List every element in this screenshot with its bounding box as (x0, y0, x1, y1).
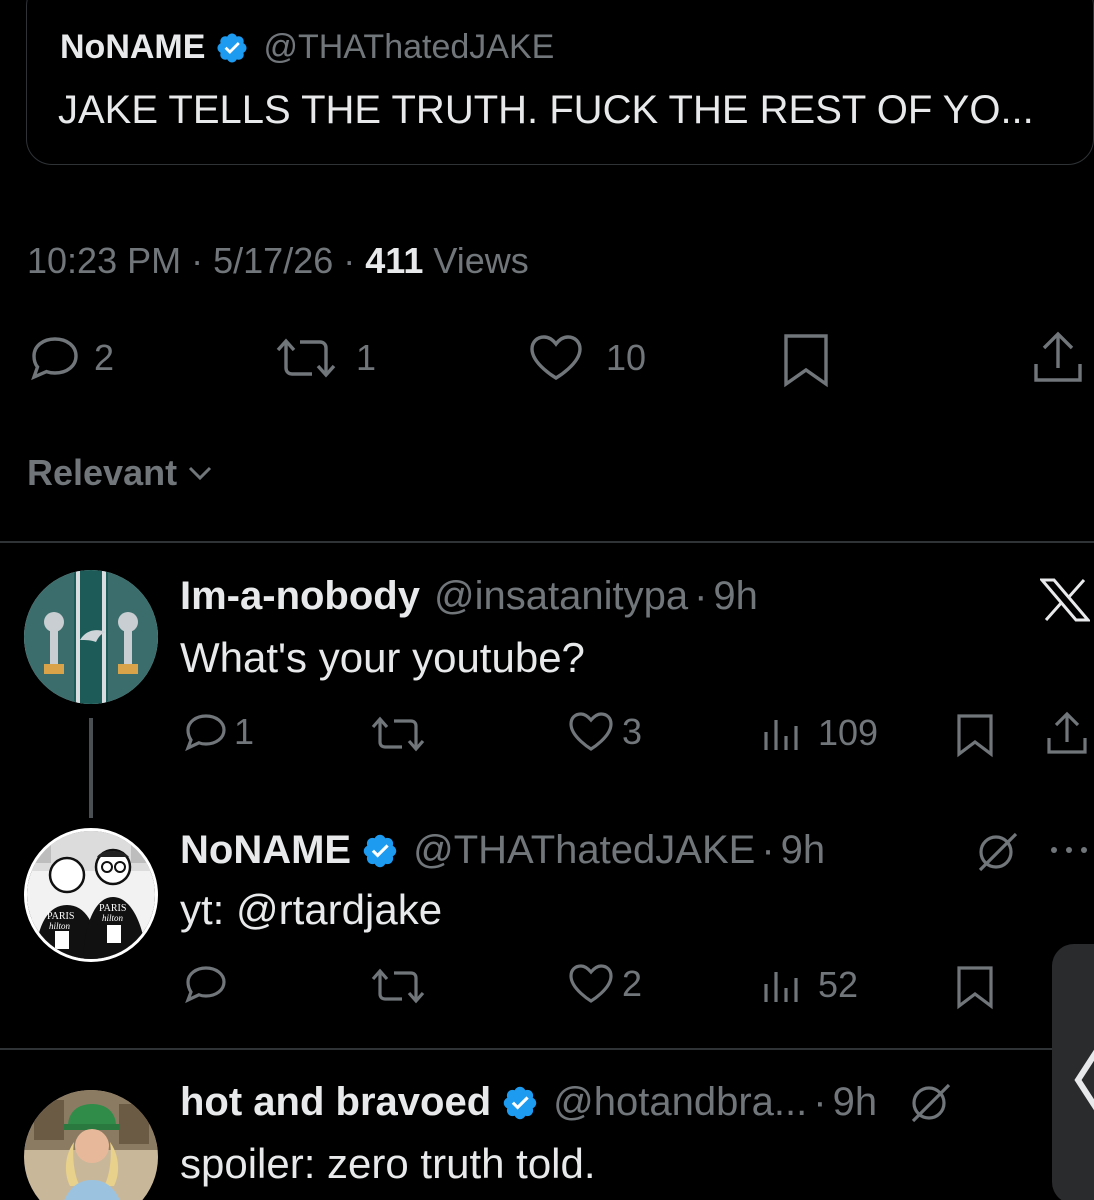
verified-badge-icon (217, 32, 247, 63)
heart-icon (569, 964, 613, 1003)
reply-header: Im-a-nobody @insatanitypa · 9h (180, 574, 758, 619)
photo-avatar-image (24, 1090, 158, 1200)
grok-button[interactable] (974, 830, 1020, 874)
meta-separator: · (191, 240, 204, 281)
reply-time: 9h (713, 574, 758, 618)
eagles-avatar-image (24, 570, 158, 704)
reply-author-handle[interactable]: @insatanitypa (434, 574, 688, 619)
views-count: 52 (818, 964, 859, 1005)
repost-icon (371, 968, 425, 1004)
quoted-tweet-text: JAKE TELLS THE TRUTH. FUCK THE REST OF Y… (58, 88, 1034, 132)
reply-count: 1 (234, 711, 255, 752)
share-button[interactable] (1044, 708, 1090, 758)
tweet-meta: 10:23 PM · 5/17/26 · 411 Views (27, 240, 529, 282)
reply-header: NoNAME @THAThatedJAKE · 9h (180, 828, 825, 873)
bookmark-button[interactable] (780, 332, 832, 388)
reply-text: spoiler: zero truth told. (180, 1140, 596, 1187)
avatar-shirt-text: hilton (49, 921, 71, 931)
x-logo-icon[interactable] (1038, 578, 1092, 627)
divider (0, 541, 1094, 543)
views-button[interactable]: 109 (760, 712, 878, 754)
reply-count: 2 (94, 337, 115, 378)
quoted-author-name: NoNAME (60, 28, 206, 66)
reply-author-handle[interactable]: @hotandbra... (553, 1080, 807, 1125)
like-button[interactable]: 3 (566, 710, 642, 754)
reply-button[interactable]: 2 (26, 332, 114, 384)
repost-button[interactable] (370, 712, 426, 756)
repost-icon (371, 716, 425, 752)
like-button[interactable]: 2 (566, 962, 642, 1006)
reply-icon (31, 337, 78, 381)
more-options-button[interactable] (1046, 830, 1092, 870)
avatar[interactable] (24, 1090, 158, 1200)
grok-icon[interactable] (907, 1081, 953, 1125)
share-icon (1034, 331, 1082, 382)
analytics-icon (764, 720, 798, 750)
like-count: 2 (622, 963, 643, 1004)
analytics-icon (764, 972, 798, 1002)
share-icon (1047, 711, 1087, 754)
chevron-down-icon (189, 466, 212, 481)
reply-icon (185, 714, 226, 752)
reply-sort-dropdown[interactable]: Relevant (27, 452, 213, 494)
reply-button[interactable] (182, 962, 230, 1006)
meta-separator: · (761, 828, 775, 872)
chevron-left-icon (1074, 1049, 1094, 1111)
thread-connector-line (89, 718, 93, 818)
reply-text: What's your youtube? (180, 634, 585, 681)
reply-text: yt: @rtardjake (180, 886, 443, 933)
tweet-time: 10:23 PM (27, 240, 182, 281)
reply-button[interactable]: 1 (182, 710, 254, 754)
grok-icon (978, 832, 1018, 872)
repost-button[interactable]: 1 (274, 332, 376, 384)
views-count: 109 (818, 712, 879, 753)
views-count: 411 (365, 240, 424, 281)
heart-icon (569, 712, 613, 751)
meta-separator: · (343, 240, 356, 281)
reply-icon (185, 966, 226, 1004)
reply-time: 9h (832, 1080, 878, 1124)
reply-author-name[interactable]: NoNAME (180, 828, 351, 873)
repost-button[interactable] (370, 964, 426, 1008)
reply-author-handle[interactable]: @THAThatedJAKE (413, 828, 755, 873)
meta-separator: · (694, 574, 708, 618)
more-icon (1051, 847, 1087, 853)
bookmark-icon (957, 966, 993, 1010)
like-button[interactable]: 10 (526, 332, 646, 384)
reply-author-name[interactable]: Im-a-nobody (180, 574, 420, 619)
avatar[interactable]: PARIS hilton PARIS hilton (24, 828, 158, 962)
heart-icon (530, 335, 582, 380)
bookmark-icon (784, 334, 828, 388)
meta-separator: · (813, 1080, 827, 1124)
avatar[interactable] (24, 570, 158, 704)
repost-count: 1 (356, 337, 377, 378)
repost-icon (276, 338, 336, 378)
tweet-action-bar: 2 1 10 (0, 328, 1094, 388)
sort-label: Relevant (27, 452, 178, 493)
views-button[interactable]: 52 (760, 964, 858, 1006)
reply-author-name[interactable]: hot and bravoed (180, 1080, 491, 1125)
avatar-shirt-text: hilton (102, 913, 124, 923)
like-count: 3 (622, 711, 643, 752)
tweet-date: 5/17/26 (213, 240, 334, 281)
bookmark-icon (957, 714, 993, 758)
reply-time: 9h (780, 828, 826, 872)
divider (0, 1048, 1094, 1050)
reply-header: hot and bravoed @hotandbra... · 9h (180, 1080, 953, 1125)
quoted-tweet-card[interactable] (26, 0, 1094, 165)
side-panel-handle[interactable] (1052, 944, 1094, 1200)
verified-badge-icon (363, 834, 397, 867)
bookmark-button[interactable] (954, 964, 996, 1010)
verified-badge-icon (503, 1086, 537, 1119)
share-button[interactable] (1030, 328, 1086, 388)
views-label: Views (433, 240, 529, 281)
quoted-tweet-header: NoNAME @THAThatedJAKE (60, 28, 554, 67)
cartoon-avatar-image: PARIS hilton PARIS hilton (27, 831, 155, 959)
bookmark-button[interactable] (954, 712, 996, 758)
like-count: 10 (606, 337, 647, 378)
quoted-author-handle: @THAThatedJAKE (263, 28, 555, 66)
